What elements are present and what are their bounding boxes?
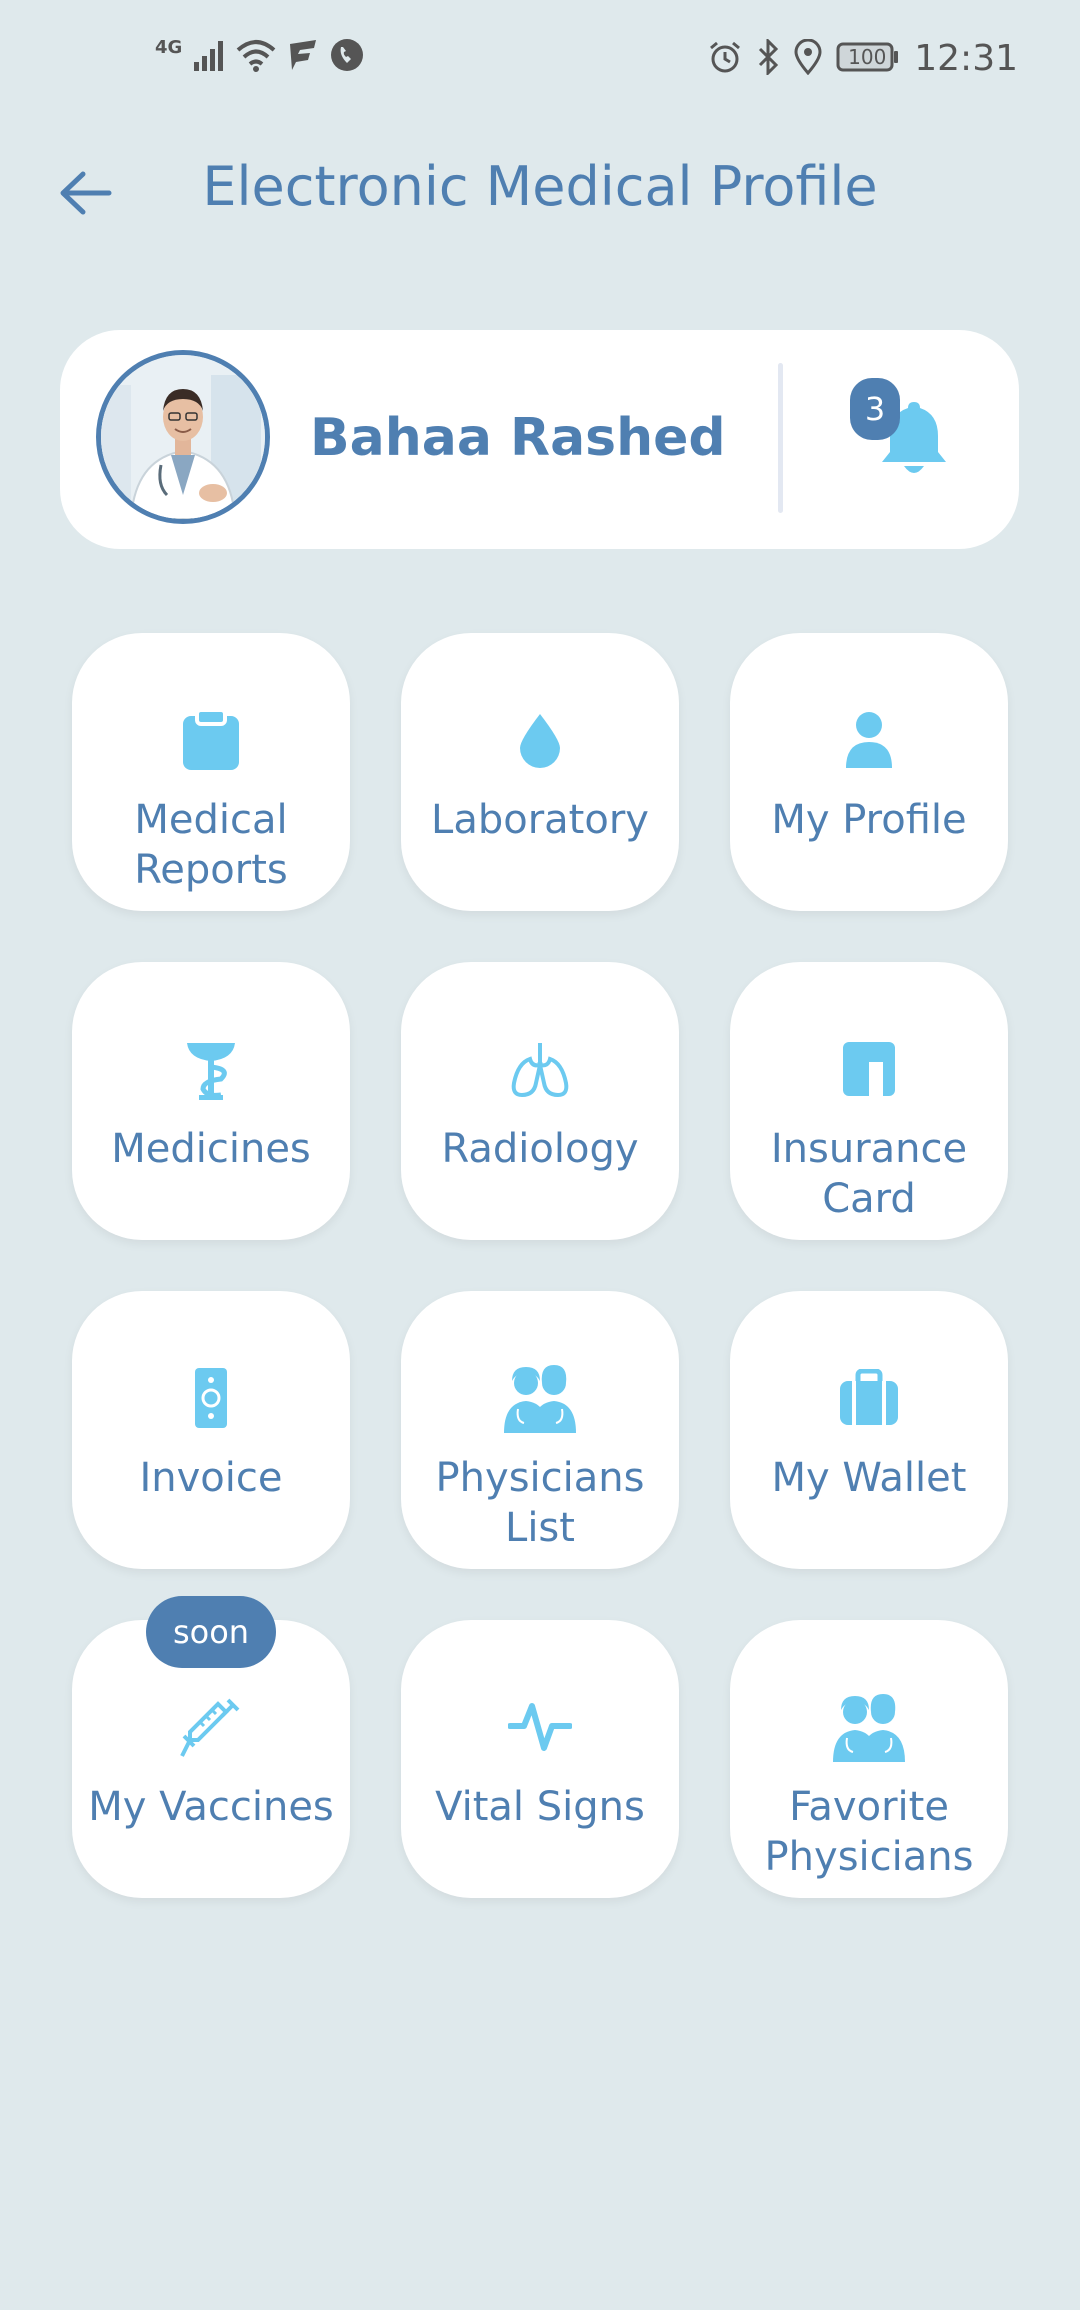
tile-label: Physicians List xyxy=(435,1455,645,1551)
alarm-icon xyxy=(708,40,742,78)
signal-icon xyxy=(192,38,226,76)
tile-physicians-list[interactable]: Physicians List xyxy=(401,1291,679,1569)
person-icon xyxy=(846,712,892,768)
doctor-avatar-image xyxy=(101,355,265,519)
wifi-icon xyxy=(236,38,276,76)
status-bar: 4G 100 12:31 xyxy=(0,0,1080,120)
status-right: 100 12:31 xyxy=(708,36,1018,79)
call-icon xyxy=(330,38,364,76)
avatar[interactable] xyxy=(96,350,270,524)
tile-label: Invoice xyxy=(139,1455,283,1501)
tile-vital-signs[interactable]: Vital Signs xyxy=(401,1620,679,1898)
battery-level: 100 xyxy=(848,44,887,69)
page-title: Electronic Medical Profile xyxy=(202,155,878,218)
tile-label: Laboratory xyxy=(431,797,649,843)
tile-favorite-physicians[interactable]: Favorite Physicians xyxy=(730,1620,1008,1898)
drop-icon xyxy=(520,714,560,768)
tile-my-wallet[interactable]: My Wallet xyxy=(730,1291,1008,1569)
tile-insurance-card[interactable]: Insurance Card xyxy=(730,962,1008,1240)
pharmacy-icon xyxy=(187,1043,235,1100)
app-header: Electronic Medical Profile xyxy=(0,140,1080,240)
pulse-icon xyxy=(508,1703,572,1751)
syringe-icon xyxy=(180,1698,240,1757)
tile-medicines[interactable]: Medicines xyxy=(72,962,350,1240)
tile-label: My Vaccines xyxy=(88,1784,334,1830)
status-left: 4G xyxy=(155,36,364,76)
notifications-button[interactable]: 3 xyxy=(850,378,970,498)
notification-count-badge: 3 xyxy=(850,378,900,440)
location-icon xyxy=(794,38,822,79)
soon-badge: soon xyxy=(146,1596,276,1668)
physicians-icon xyxy=(833,1694,905,1762)
tile-my-vaccines[interactable]: soon My Vaccines xyxy=(72,1596,350,1898)
tile-label: Favorite Physicians xyxy=(764,1784,974,1880)
tile-label: My Wallet xyxy=(771,1455,967,1501)
vertical-divider xyxy=(778,363,783,513)
tile-label: Insurance Card xyxy=(770,1126,968,1222)
lungs-icon xyxy=(511,1043,569,1098)
tile-label: Medical Reports xyxy=(134,797,288,893)
tile-label: My Profile xyxy=(771,797,967,843)
tile-medical-reports[interactable]: Medical Reports xyxy=(72,633,350,911)
profile-card: Bahaa Rashed 3 xyxy=(60,330,1019,549)
bluetooth-icon xyxy=(756,36,780,79)
wallet-icon xyxy=(840,1369,898,1425)
status-time: 12:31 xyxy=(914,38,1018,79)
physicians-icon xyxy=(504,1365,576,1433)
app-notification-icon xyxy=(286,38,320,76)
clipboard-icon xyxy=(183,708,239,770)
tile-radiology[interactable]: Radiology xyxy=(401,962,679,1240)
card-icon xyxy=(843,1042,895,1096)
tile-my-profile[interactable]: My Profile xyxy=(730,633,1008,911)
tile-label: Radiology xyxy=(441,1126,639,1172)
battery-icon: 100 xyxy=(836,41,900,77)
tile-label: Vital Signs xyxy=(435,1784,645,1830)
network-type-icon: 4G xyxy=(155,36,183,58)
tile-label: Medicines xyxy=(111,1126,311,1172)
profile-name[interactable]: Bahaa Rashed xyxy=(310,408,726,468)
tile-invoice[interactable]: Invoice xyxy=(72,1291,350,1569)
invoice-icon xyxy=(195,1368,227,1428)
tile-laboratory[interactable]: Laboratory xyxy=(401,633,679,911)
